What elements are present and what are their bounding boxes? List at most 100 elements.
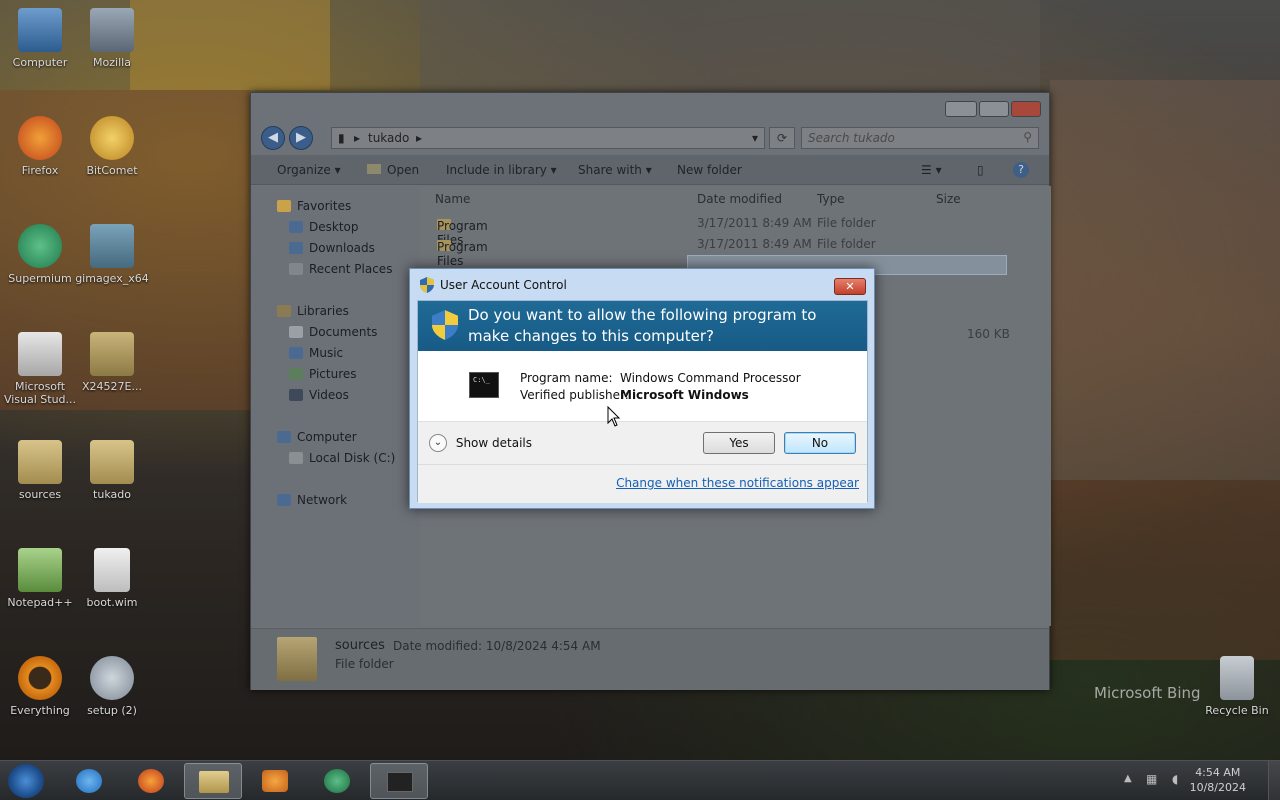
address-bar[interactable]: ▮ ▸ tukado ▸ ▾: [331, 127, 765, 149]
uac-question: Do you want to allow the following progr…: [468, 306, 817, 345]
include-in-library-button[interactable]: Include in library ▾: [446, 163, 557, 177]
change-notifications-link[interactable]: Change when these notifications appear: [616, 476, 859, 490]
desktop-icon-bootwim[interactable]: boot.wim: [72, 548, 152, 609]
nav-computer[interactable]: Computer: [277, 430, 357, 444]
nav-music[interactable]: Music: [289, 346, 343, 360]
desktop-icon-computer[interactable]: Computer: [0, 8, 80, 69]
uac-body: Do you want to allow the following progr…: [417, 300, 868, 503]
back-button[interactable]: ◀: [261, 126, 285, 150]
folder-icon: [199, 771, 229, 793]
desktop-icon-visual-studio[interactable]: Microsoft Visual Stud...: [0, 332, 80, 406]
desktop-icon-gimagex[interactable]: gimagex_x64: [72, 224, 152, 285]
no-button[interactable]: No: [784, 432, 856, 454]
bing-watermark: Microsoft Bing: [1094, 684, 1201, 702]
star-icon: [277, 200, 291, 212]
open-button[interactable]: Open: [367, 163, 419, 177]
taskbar-media-player[interactable]: [246, 763, 304, 799]
close-button[interactable]: [1011, 101, 1041, 117]
tray-show-hidden-icon[interactable]: ▲: [1124, 773, 1132, 784]
folder-icon: [90, 440, 134, 484]
start-button[interactable]: [8, 764, 44, 798]
nav-pictures[interactable]: Pictures: [289, 367, 357, 381]
column-header-size[interactable]: Size: [936, 192, 961, 206]
nav-recent-places[interactable]: Recent Places: [289, 262, 392, 276]
desktop-icon-recycle-bin[interactable]: Recycle Bin: [1197, 656, 1277, 717]
videos-icon: [289, 389, 303, 401]
taskbar-firefox[interactable]: [122, 763, 180, 799]
details-name: sources: [335, 638, 385, 653]
yes-button[interactable]: Yes: [703, 432, 775, 454]
volume-tray-icon[interactable]: ◖: [1172, 772, 1178, 786]
network-tray-icon[interactable]: ▦: [1146, 772, 1157, 786]
uac-program-info: C:\_ Program name: Windows Command Proce…: [418, 351, 867, 421]
desktop-icon-tukado[interactable]: tukado: [72, 440, 152, 501]
desktop-icon-firefox[interactable]: Firefox: [0, 116, 80, 177]
clock-date: 10/8/2024: [1189, 781, 1246, 794]
maximize-button[interactable]: [979, 101, 1009, 117]
desktop-icon-notepadpp[interactable]: Notepad++: [0, 548, 80, 609]
preview-pane-icon[interactable]: ▯: [977, 163, 984, 177]
desktop-icon-x24527e[interactable]: X24527E...: [72, 332, 152, 393]
folder-icon: ▮: [338, 131, 345, 145]
desktop-icon-sources[interactable]: sources: [0, 440, 80, 501]
column-header-name[interactable]: Name: [435, 192, 470, 206]
column-header-date[interactable]: Date modified: [697, 192, 782, 206]
show-desktop-button[interactable]: [1268, 761, 1280, 800]
new-folder-button[interactable]: New folder: [677, 163, 742, 177]
desktop-icon-setup[interactable]: setup (2): [72, 656, 152, 717]
table-row[interactable]: Program Files 3/17/2011 8:49 AM File fol…: [431, 213, 1041, 247]
taskbar-ie[interactable]: [60, 763, 118, 799]
desktop-icon-bitcomet[interactable]: BitComet: [72, 116, 152, 177]
open-label: Open: [387, 163, 420, 177]
recent-places-icon: [289, 263, 303, 275]
folder-shortcut-icon: [90, 8, 134, 52]
column-header-type[interactable]: Type: [817, 192, 845, 206]
search-input[interactable]: Search tukado ⚲: [801, 127, 1039, 149]
clock[interactable]: 4:54 AM 10/8/2024: [1190, 765, 1246, 795]
view-options-icon[interactable]: ☰ ▾: [921, 163, 942, 177]
desktop-icon-mozilla[interactable]: Mozilla: [72, 8, 152, 69]
nav-desktop[interactable]: Desktop: [289, 220, 359, 234]
taskbar-explorer[interactable]: [184, 763, 242, 799]
folder-icon: [18, 440, 62, 484]
row-type: File folder: [817, 237, 876, 251]
breadcrumb-tukado[interactable]: tukado: [368, 131, 409, 145]
desktop-icon-everything[interactable]: Everything: [0, 656, 80, 717]
folder-icon: [90, 332, 134, 376]
nav-documents[interactable]: Documents: [289, 325, 377, 339]
taskbar-supermium[interactable]: [308, 763, 366, 799]
table-row[interactable]: Program Files (x86) 3/17/2011 8:49 AM Fi…: [431, 234, 1041, 282]
taskbar-cmd[interactable]: [370, 763, 428, 799]
forward-button[interactable]: ▶: [289, 126, 313, 150]
uac-close-button[interactable]: ✕: [834, 278, 866, 295]
program-name-value: Windows Command Processor: [620, 371, 801, 385]
cmd-program-icon: C:\_: [469, 372, 499, 398]
row-size: 160 KB: [967, 327, 1010, 341]
refresh-button[interactable]: ⟳: [769, 127, 795, 149]
chevron-down-icon[interactable]: ▾: [752, 131, 758, 145]
nav-network[interactable]: Network: [277, 493, 347, 507]
organize-button[interactable]: Organize ▾: [277, 163, 341, 177]
desktop-icon-supermium[interactable]: Supermium: [0, 224, 80, 285]
network-icon: [277, 494, 291, 506]
wallpaper-building: [420, 0, 1040, 92]
nav-videos[interactable]: Videos: [289, 388, 349, 402]
nav-favorites[interactable]: Favorites: [277, 199, 351, 213]
row-date: 3/17/2011 8:49 AM: [697, 237, 812, 251]
share-with-button[interactable]: Share with ▾: [578, 163, 652, 177]
row-type: File folder: [817, 216, 876, 230]
publisher-value: Microsoft Windows: [620, 388, 749, 402]
nav-downloads[interactable]: Downloads: [289, 241, 375, 255]
help-icon[interactable]: ?: [1013, 162, 1029, 178]
setup-disc-icon: [90, 656, 134, 700]
show-details-toggle[interactable]: ⌄ Show details: [429, 434, 532, 452]
desktop-icon: [289, 221, 303, 233]
address-row: ◀ ▶ ▮ ▸ tukado ▸ ▾ ⟳ Search tukado ⚲: [251, 123, 1049, 153]
breadcrumb-separator-icon: ▸: [416, 131, 423, 145]
minimize-button[interactable]: [945, 101, 977, 117]
nav-libraries[interactable]: Libraries: [277, 304, 349, 318]
documents-icon: [289, 326, 303, 338]
navigation-pane: Favorites Desktop Downloads Recent Place…: [251, 186, 419, 626]
nav-local-disk[interactable]: Local Disk (C:): [289, 451, 395, 465]
search-icon: ⚲: [1023, 130, 1032, 144]
